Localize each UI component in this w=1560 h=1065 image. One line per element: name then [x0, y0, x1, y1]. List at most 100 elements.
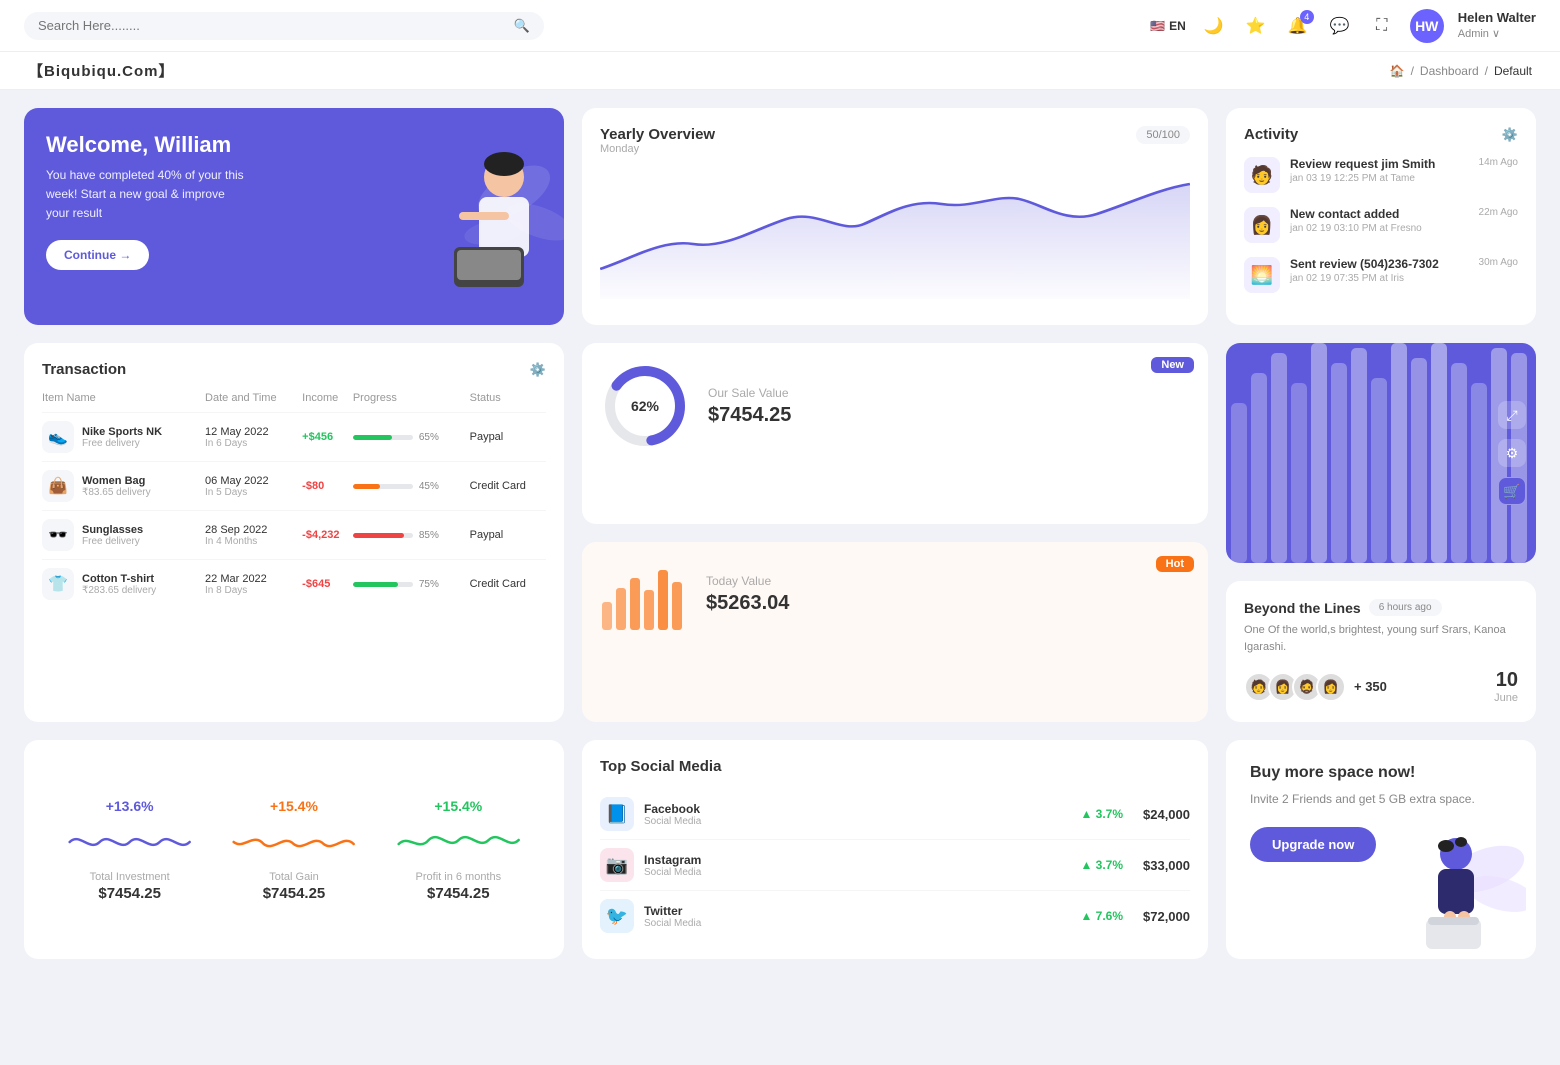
sale-hot-card: Hot Today Value $5263.04 — [582, 542, 1208, 723]
item-date: 06 May 2022 — [205, 475, 302, 487]
progress-fill — [353, 435, 392, 440]
table-row: 👕 Cotton T-shirt ₹283.65 delivery 22 Mar… — [42, 560, 546, 609]
stat-pct: +15.4% — [377, 798, 540, 814]
item-icon: 🕶️ — [42, 519, 74, 551]
activity-info: New contact added jan 02 19 03:10 PM at … — [1290, 207, 1469, 234]
welcome-card: Welcome, William You have completed 40% … — [24, 108, 564, 325]
table-row: 🕶️ Sunglasses Free delivery 28 Sep 2022 … — [42, 511, 546, 560]
item-name: Cotton T-shirt — [82, 573, 156, 585]
user-name: Helen Walter — [1458, 10, 1536, 27]
notification-badge: 4 — [1300, 10, 1314, 24]
activity-item-title: Review request jim Smith — [1290, 157, 1469, 171]
item-income: -$80 — [302, 480, 324, 492]
activity-item-sub: jan 03 19 12:25 PM at Tame — [1290, 173, 1469, 184]
item-days: In 5 Days — [205, 487, 302, 498]
item-days: In 8 Days — [205, 585, 302, 596]
progress-fill — [353, 484, 380, 489]
beyond-title: Beyond the Lines — [1244, 600, 1361, 616]
table-column-header: Item Name — [42, 392, 205, 413]
hot-badge: Hot — [1156, 556, 1194, 572]
user-role: Admin ∨ — [1458, 27, 1536, 41]
nav-right: 🇺🇸 EN 🌙 ⭐ 🔔 4 💬 ⛶ HW Helen Walter Admin … — [1150, 9, 1536, 43]
sale-new-value: $7454.25 — [708, 404, 791, 427]
social-list: 📘 Facebook Social Media ▲ 3.7% $24,000 📷… — [600, 789, 1190, 941]
search-icon: 🔍 — [514, 18, 530, 34]
breadcrumb-dashboard[interactable]: Dashboard — [1420, 64, 1479, 78]
stat-label: Profit in 6 months — [377, 871, 540, 883]
stat-wave-chart — [212, 822, 375, 862]
user-info: Helen Walter Admin ∨ — [1458, 10, 1536, 41]
chart-cart-icon[interactable]: 🛒 — [1498, 477, 1526, 505]
social-info: Facebook Social Media — [644, 802, 1070, 827]
continue-button[interactable]: Continue → — [46, 240, 149, 270]
item-name: Sunglasses — [82, 524, 143, 536]
lang-selector[interactable]: 🇺🇸 EN — [1150, 19, 1186, 33]
progress-bar — [353, 533, 413, 538]
activity-info: Sent review (504)236-7302 jan 02 19 07:3… — [1290, 257, 1469, 284]
upgrade-button[interactable]: Upgrade now — [1250, 827, 1376, 862]
social-amount: $72,000 — [1143, 909, 1190, 924]
progress-fill — [353, 533, 404, 538]
transaction-gear-icon[interactable]: ⚙️ — [530, 362, 546, 378]
breadcrumb-current: Default — [1494, 64, 1532, 78]
brand-name: 【Biqubiqu.Com】 — [28, 60, 174, 81]
activity-thumb: 🌅 — [1244, 257, 1280, 293]
item-date: 28 Sep 2022 — [205, 524, 302, 536]
item-status: Credit Card — [470, 462, 546, 511]
social-name: Instagram — [644, 853, 1070, 867]
top-navigation: 🔍 🇺🇸 EN 🌙 ⭐ 🔔 4 💬 ⛶ HW Helen Walter Admi… — [0, 0, 1560, 52]
progress-fill — [353, 582, 398, 587]
item-status: Credit Card — [470, 560, 546, 609]
stat-wave-chart — [48, 822, 211, 862]
item-date: 22 Mar 2022 — [205, 573, 302, 585]
chart-gear-icon[interactable]: ⚙ — [1498, 439, 1526, 467]
transaction-title: Transaction — [42, 361, 126, 378]
search-bar[interactable]: 🔍 — [24, 12, 544, 40]
social-icon: 🐦 — [600, 899, 634, 933]
activity-title: Activity — [1244, 126, 1298, 143]
search-input[interactable] — [38, 18, 506, 33]
progress-pct: 45% — [419, 481, 439, 492]
welcome-subtitle: You have completed 40% of your this week… — [46, 166, 246, 224]
item-name: Women Bag — [82, 475, 151, 487]
social-row: 🐦 Twitter Social Media ▲ 7.6% $72,000 — [600, 891, 1190, 941]
dark-mode-toggle[interactable]: 🌙 — [1200, 12, 1228, 40]
chart-expand-icon[interactable]: ⤢ — [1498, 401, 1526, 429]
home-icon[interactable]: 🏠 — [1390, 64, 1405, 78]
stat-label: Total Investment — [48, 871, 211, 883]
stat-item: +15.4% Total Gain $7454.25 — [212, 798, 375, 902]
buy-illustration — [1386, 829, 1526, 949]
notification-bell[interactable]: 🔔 4 — [1284, 12, 1312, 40]
transaction-table: Item NameDate and TimeIncomeProgressStat… — [42, 392, 546, 608]
yearly-overview-card: Yearly Overview Monday 50/100 — [582, 108, 1208, 325]
yearly-progress: 50/100 — [1136, 126, 1190, 144]
progress-bar — [353, 582, 413, 587]
user-avatar[interactable]: HW — [1410, 9, 1444, 43]
activity-item-time: 22m Ago — [1479, 207, 1518, 218]
social-row: 📷 Instagram Social Media ▲ 3.7% $33,000 — [600, 840, 1190, 891]
donut-pct: 62% — [631, 398, 659, 414]
activity-gear-icon[interactable]: ⚙️ — [1502, 127, 1518, 143]
item-income: +$456 — [302, 431, 333, 443]
social-amount: $33,000 — [1143, 858, 1190, 873]
social-row: 📘 Facebook Social Media ▲ 3.7% $24,000 — [600, 789, 1190, 840]
activity-item-sub: jan 02 19 07:35 PM at Iris — [1290, 273, 1469, 284]
sale-hot-value: $5263.04 — [706, 592, 789, 615]
breadcrumb-bar: 【Biqubiqu.Com】 🏠 / Dashboard / Default — [0, 52, 1560, 90]
buy-space-card: Buy more space now! Invite 2 Friends and… — [1226, 740, 1536, 959]
chat-icon[interactable]: 💬 — [1326, 12, 1354, 40]
item-income: -$4,232 — [302, 529, 339, 541]
activity-item-sub: jan 02 19 03:10 PM at Fresno — [1290, 223, 1469, 234]
item-days: In 4 Months — [205, 536, 302, 547]
social-pct: ▲ 7.6% — [1080, 909, 1123, 923]
welcome-illustration — [267, 108, 564, 325]
star-icon[interactable]: ⭐ — [1242, 12, 1270, 40]
fullscreen-icon[interactable]: ⛶ — [1368, 12, 1396, 40]
activity-item-time: 14m Ago — [1479, 157, 1518, 168]
social-pct: ▲ 3.7% — [1080, 807, 1123, 821]
social-icon: 📘 — [600, 797, 634, 831]
progress-pct: 65% — [419, 432, 439, 443]
table-row: 👜 Women Bag ₹83.65 delivery 06 May 2022 … — [42, 462, 546, 511]
social-icon: 📷 — [600, 848, 634, 882]
stat-value: $7454.25 — [212, 885, 375, 902]
